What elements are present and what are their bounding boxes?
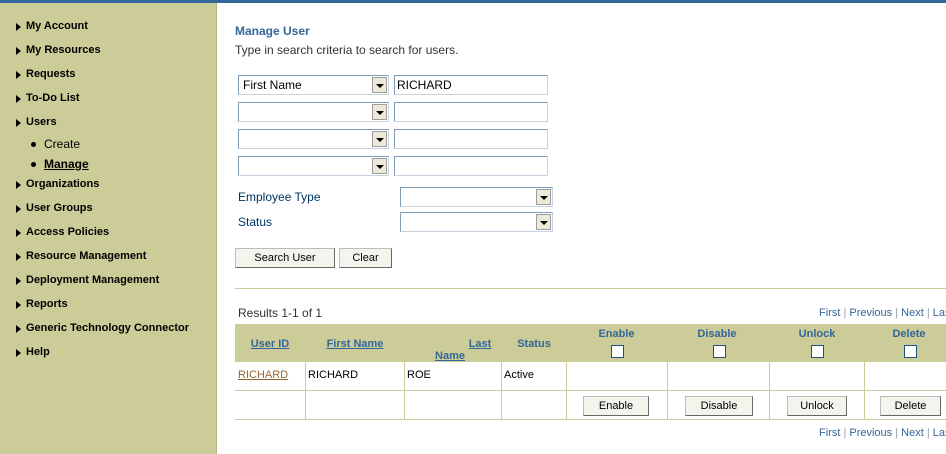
triangle-right-icon (16, 301, 21, 309)
criteria-field-select-2[interactable] (238, 102, 389, 122)
triangle-right-icon (16, 181, 21, 189)
select-value: First Name (243, 78, 302, 92)
user-id-link[interactable]: RICHARD (238, 369, 288, 381)
pager-separator: | (926, 307, 930, 319)
first-name-cell: RICHARD (308, 369, 359, 381)
sidebar-item-label: Reports (26, 298, 68, 310)
pager-next-link[interactable]: Next (901, 427, 924, 439)
employee-type-select[interactable] (400, 187, 553, 207)
column-header-user-id[interactable]: User ID (251, 338, 290, 350)
chevron-down-icon[interactable] (372, 131, 387, 147)
sidebar-subitem-label: Manage (44, 157, 89, 171)
pager-first-link[interactable]: First (819, 427, 840, 439)
triangle-right-icon (16, 205, 21, 213)
triangle-right-icon (16, 253, 21, 261)
sidebar-item-label: Deployment Management (26, 274, 160, 286)
sidebar-item-label: Users (26, 116, 57, 128)
results-count: Results 1-1 of 1 (238, 306, 323, 320)
pager-first-link[interactable]: First (819, 307, 840, 319)
chevron-down-icon[interactable] (536, 214, 551, 230)
bullet-icon (31, 142, 36, 147)
chevron-down-icon[interactable] (372, 158, 387, 174)
sidebar-item-label: Access Policies (26, 226, 110, 238)
pager-separator: | (843, 307, 847, 319)
column-header-last-name[interactable]: Last Name (435, 338, 491, 362)
employee-type-label: Employee Type (238, 190, 321, 204)
unlock-button[interactable]: Unlock (787, 396, 847, 416)
column-header-status: Status (517, 338, 551, 350)
criteria-value-input-4[interactable] (394, 156, 548, 176)
table-row: RICHARD RICHARD ROE Active (235, 362, 946, 420)
sidebar-subitem-label: Create (44, 137, 81, 151)
column-header-delete: Delete (892, 328, 926, 340)
status-cell: Active (504, 369, 534, 381)
chevron-down-icon[interactable] (372, 104, 387, 120)
criteria-value-input-1[interactable]: RICHARD (394, 75, 548, 95)
clear-button[interactable]: Clear (339, 248, 392, 268)
disable-button[interactable]: Disable (685, 396, 753, 416)
select-all-delete-checkbox[interactable] (904, 345, 917, 358)
sidebar-item-label: Requests (26, 68, 76, 80)
sidebar-item-label: My Resources (26, 44, 101, 56)
sidebar-item-label: Resource Management (26, 250, 147, 262)
page-description: Type in search criteria to search for us… (235, 43, 459, 57)
criteria-field-select-3[interactable] (238, 129, 389, 149)
pager-separator: | (895, 427, 899, 439)
status-label: Status (238, 215, 273, 229)
column-header-unlock: Unlock (798, 328, 836, 340)
triangle-right-icon (16, 229, 21, 237)
pager-last-link[interactable]: Last (933, 307, 946, 319)
triangle-right-icon (16, 95, 21, 103)
pager-previous-link[interactable]: Previous (849, 427, 892, 439)
sidebar-item-label: Organizations (26, 178, 100, 190)
status-select[interactable] (400, 212, 553, 232)
triangle-right-icon (16, 277, 21, 285)
pager-separator: | (926, 427, 930, 439)
bullet-icon (31, 162, 36, 167)
delete-button[interactable]: Delete (880, 396, 941, 416)
triangle-right-icon (16, 119, 21, 127)
select-all-enable-checkbox[interactable] (611, 345, 624, 358)
column-header-disable: Disable (697, 328, 737, 340)
page-title: Manage User (235, 24, 310, 38)
sidebar-item-label: Generic Technology Connector (26, 322, 189, 334)
sidebar-item-label: My Account (26, 20, 88, 32)
criteria-value-input-2[interactable] (394, 102, 548, 122)
pager-last-link[interactable]: Last (933, 427, 946, 439)
triangle-right-icon (16, 71, 21, 79)
triangle-right-icon (16, 47, 21, 55)
pager-separator: | (895, 307, 899, 319)
pager-separator: | (843, 427, 847, 439)
sidebar-item-label: To-Do List (26, 92, 80, 104)
column-header-first-name[interactable]: First Name (327, 338, 384, 350)
pager-next-link[interactable]: Next (901, 307, 924, 319)
column-header-enable: Enable (598, 328, 635, 340)
triangle-right-icon (16, 349, 21, 357)
enable-button[interactable]: Enable (583, 396, 649, 416)
triangle-right-icon (16, 325, 21, 333)
select-all-unlock-checkbox[interactable] (811, 345, 824, 358)
sidebar-item-label: User Groups (26, 202, 93, 214)
last-name-cell: ROE (407, 369, 431, 381)
select-all-disable-checkbox[interactable] (713, 345, 726, 358)
pager-bottom: First | Previous | Next | Last (819, 427, 946, 439)
chevron-down-icon[interactable] (372, 77, 387, 93)
sidebar-item-label: Help (26, 346, 50, 358)
divider (235, 288, 946, 289)
table-header: User ID First Name Last Name Status Enab… (235, 324, 946, 362)
chevron-down-icon[interactable] (536, 189, 551, 205)
pager-previous-link[interactable]: Previous (849, 307, 892, 319)
criteria-field-select-4[interactable] (238, 156, 389, 176)
sidebar-nav: My Account My Resources Requests To-Do L… (0, 3, 217, 454)
pager-top: First | Previous | Next | Last (819, 307, 946, 319)
triangle-right-icon (16, 23, 21, 31)
criteria-value-input-3[interactable] (394, 129, 548, 149)
criteria-field-select-1[interactable]: First Name (238, 75, 389, 95)
search-user-button[interactable]: Search User (235, 248, 335, 268)
